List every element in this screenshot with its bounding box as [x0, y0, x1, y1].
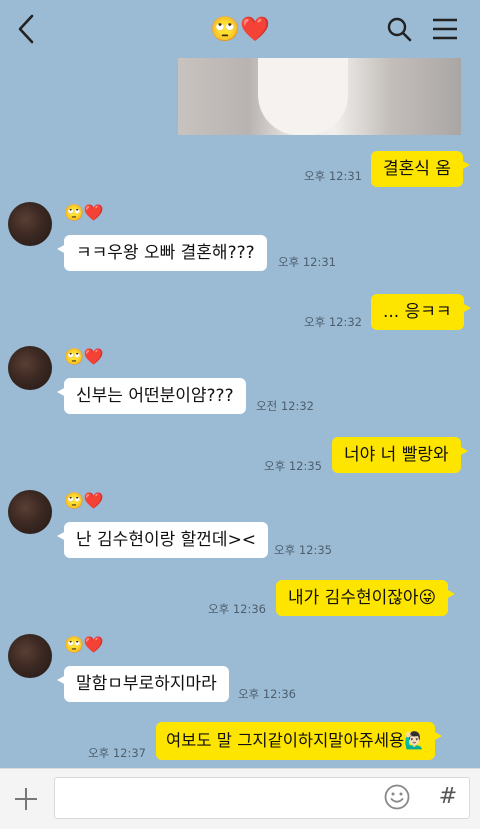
emoji-button[interactable]	[383, 783, 411, 811]
message-time: 오후 12:31	[278, 255, 336, 269]
my-message-bubble[interactable]: 내가 김수현이잖아😜	[276, 580, 456, 616]
sender-name: 🙄❤️	[64, 491, 104, 510]
message-time: 오전 12:32	[256, 399, 314, 413]
avatar[interactable]	[8, 490, 52, 534]
search-icon	[387, 17, 412, 42]
message-input-bar: #	[0, 768, 480, 829]
message-time: 오후 12:36	[208, 602, 266, 616]
message-time: 오후 12:35	[264, 459, 322, 473]
shared-photo[interactable]	[178, 58, 461, 135]
my-message-bubble[interactable]: 너야 너 빨랑와	[332, 437, 468, 473]
avatar[interactable]	[8, 346, 52, 390]
message-time: 오후 12:35	[274, 543, 332, 557]
attach-button[interactable]	[10, 783, 42, 815]
other-message-bubble[interactable]: 난 김수현이랑 할껀데><	[56, 522, 269, 558]
message-time: 오후 12:31	[304, 169, 362, 183]
my-message-bubble[interactable]: ... 응ㅋㅋ	[371, 294, 471, 330]
plus-icon	[15, 788, 37, 810]
other-message-bubble[interactable]: ㅋㅋ우왕 오빠 결혼해???	[57, 235, 267, 271]
other-message-bubble[interactable]: 말함ㅁ부로하지마라	[57, 666, 229, 702]
search-button[interactable]	[384, 14, 414, 44]
photo-shirt	[258, 58, 348, 135]
my-message-bubble[interactable]: 여보도 말 그지같이하지말아쥬세용🙋🏻‍♂️	[156, 722, 442, 760]
menu-icon	[433, 18, 457, 40]
avatar[interactable]	[8, 634, 52, 678]
my-message-bubble[interactable]: 결혼식 옴	[371, 151, 470, 187]
hashtag-button[interactable]: #	[436, 781, 460, 813]
sender-name: 🙄❤️	[64, 635, 104, 654]
chat-header: 🙄❤️	[0, 0, 480, 58]
emoji-icon	[384, 784, 410, 810]
sender-name: 🙄❤️	[64, 347, 104, 366]
sender-name: 🙄❤️	[64, 203, 104, 222]
message-time: 오후 12:36	[238, 687, 296, 701]
menu-button[interactable]	[430, 14, 460, 44]
message-time: 오후 12:32	[304, 315, 362, 329]
message-time: 오후 12:37	[88, 746, 146, 760]
other-message-bubble[interactable]: 신부는 어떤분이얌???	[57, 378, 246, 414]
avatar[interactable]	[8, 202, 52, 246]
hashtag-icon: #	[438, 784, 458, 809]
